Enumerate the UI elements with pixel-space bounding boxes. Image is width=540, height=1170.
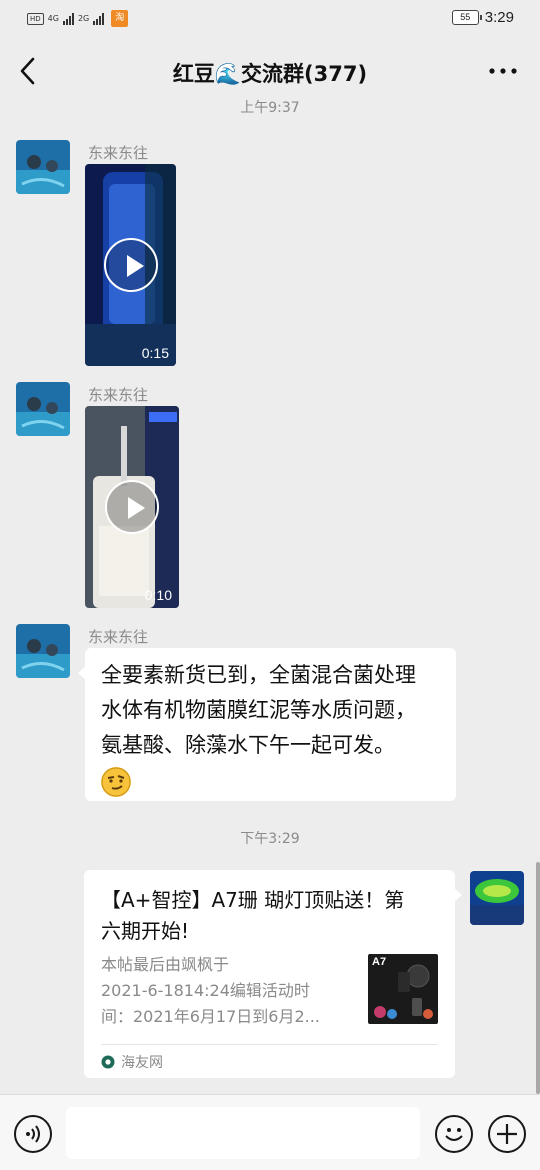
link-description-line: 2021-6-1814:24编辑活动时	[101, 981, 310, 1000]
avatar[interactable]	[16, 140, 70, 194]
plus-icon	[497, 1124, 517, 1144]
link-source: 海友网	[101, 1052, 163, 1072]
avatar-image	[470, 871, 524, 925]
hd-badge: HD	[27, 12, 44, 25]
video-message[interactable]: 0:15	[85, 164, 176, 366]
my-avatar[interactable]	[470, 871, 524, 925]
avatar[interactable]	[16, 382, 70, 436]
more-button[interactable]	[488, 62, 518, 80]
input-bar	[0, 1094, 540, 1170]
link-title-line: 【A+智控】A7珊 瑚灯顶贴送！第	[101, 888, 405, 912]
message-input[interactable]	[66, 1107, 420, 1159]
thumbnail-image	[374, 964, 433, 1019]
emoji-button[interactable]	[435, 1115, 473, 1153]
message-line: 全要素新货已到，全菌混合菌处理	[101, 663, 416, 687]
status-left: HD 4G 2G 淘	[27, 10, 129, 27]
chat-header: 红豆🌊交流群(377)	[0, 38, 540, 104]
voice-button[interactable]	[14, 1115, 52, 1153]
signal-icon	[62, 12, 74, 25]
sender-name: 东来东往	[88, 628, 149, 646]
status-right: 55 3:29	[451, 9, 514, 26]
scrollbar[interactable]	[536, 862, 540, 1094]
text-message-bubble[interactable]: 全要素新货已到，全菌混合菌处理 水体有机物菌膜红泥等水质问题， 氨基酸、除藻水下…	[78, 648, 456, 801]
link-description-line: 间：2021年6月17日到6月2...	[101, 1007, 320, 1026]
source-logo-icon	[101, 1055, 115, 1069]
taobao-icon: 淘	[111, 10, 129, 27]
timestamp: 下午3:29	[240, 831, 300, 847]
battery-icon: 55	[451, 10, 482, 25]
link-card[interactable]: 【A+智控】A7珊 瑚灯顶贴送！第 六期开始! 本帖最后由飒枫于 2021-6-…	[84, 870, 462, 1078]
link-thumbnail: A7	[368, 954, 438, 1024]
avatar-image	[16, 382, 70, 436]
source-name: 海友网	[121, 1055, 163, 1071]
signal-icon	[93, 12, 105, 25]
sender-name: 东来东往	[88, 386, 149, 404]
smirk-emoji-icon	[101, 767, 131, 797]
status-bar: HD 4G 2G 淘 55 3:29	[0, 0, 540, 38]
clock: 3:29	[484, 9, 514, 26]
video-duration: 0:15	[141, 345, 169, 361]
link-title-line: 六期开始!	[101, 919, 190, 943]
video-message[interactable]: 0:10	[85, 406, 179, 608]
message-line: 水体有机物菌膜红泥等水质问题，	[101, 698, 416, 722]
play-icon[interactable]	[103, 238, 158, 292]
message-line: 氨基酸、除藻水下午一起可发。	[101, 733, 395, 757]
emoji-icon	[445, 1128, 463, 1141]
play-icon[interactable]	[105, 480, 159, 534]
timestamp: 上午9:37	[240, 100, 300, 116]
avatar-image	[16, 624, 70, 678]
chat-title: 红豆🌊交流群(377)	[172, 62, 368, 86]
voice-icon	[26, 1125, 40, 1143]
network-type-2: 2G	[77, 13, 90, 23]
divider	[101, 1044, 438, 1045]
network-type-1: 4G	[47, 13, 59, 23]
more-horizontal-icon	[489, 68, 517, 74]
video-duration: 0:10	[144, 587, 172, 603]
avatar[interactable]	[16, 624, 70, 678]
link-description-line: 本帖最后由飒枫于	[101, 955, 230, 974]
sender-name: 东来东往	[88, 144, 149, 162]
avatar-image	[16, 140, 70, 194]
more-functions-button[interactable]	[488, 1115, 526, 1153]
